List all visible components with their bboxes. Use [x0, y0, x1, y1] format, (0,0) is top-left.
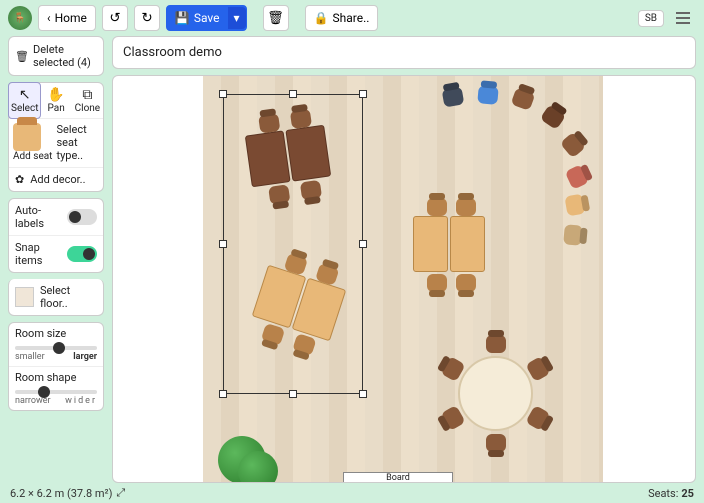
- auto-labels-label: Auto-labels: [15, 204, 61, 230]
- bush-decor[interactable]: [238, 451, 278, 483]
- undo-button[interactable]: ↺: [102, 5, 128, 31]
- chair[interactable]: [290, 109, 312, 130]
- auto-labels-toggle[interactable]: [67, 209, 97, 225]
- page-title[interactable]: Classroom demo: [112, 36, 696, 69]
- chair[interactable]: [258, 113, 280, 134]
- round-table[interactable]: [458, 356, 533, 431]
- trash-icon: 🗑: [267, 11, 284, 26]
- desk-group[interactable]: [413, 216, 485, 272]
- selection-handle[interactable]: [289, 90, 297, 98]
- chair[interactable]: [486, 335, 506, 353]
- save-button[interactable]: 💾Save▾: [166, 5, 247, 31]
- room-shape-label: Room shape: [15, 371, 97, 384]
- chevron-down-icon[interactable]: ▾: [228, 7, 246, 29]
- undo-icon: ↺: [109, 11, 120, 26]
- room-shape-slider[interactable]: [15, 390, 97, 394]
- delete-button[interactable]: 🗑: [263, 5, 289, 31]
- expand-icon[interactable]: ⤢: [116, 486, 125, 500]
- floor-swatch: [15, 287, 34, 307]
- selection-handle[interactable]: [359, 240, 367, 248]
- decor-icon: ✿: [15, 173, 24, 186]
- board[interactable]: Board: [343, 472, 453, 483]
- tool-clone[interactable]: ⧉Clone: [72, 83, 103, 118]
- chair[interactable]: [456, 198, 476, 216]
- tool-pan[interactable]: ✋Pan: [40, 83, 71, 118]
- add-seat-button[interactable]: [13, 123, 41, 151]
- add-seat-label: Add seat: [13, 151, 52, 162]
- chair[interactable]: [456, 274, 476, 292]
- selection-handle[interactable]: [359, 90, 367, 98]
- room-canvas[interactable]: BoardFront of the room ↑↓: [112, 75, 696, 483]
- delete-selected-button[interactable]: 🗑 Delete selected (4): [8, 36, 104, 76]
- room-dimensions: 6.2 × 6.2 m (37.8 m²): [10, 487, 112, 500]
- select-floor-button[interactable]: Select floor..: [8, 279, 104, 316]
- chair[interactable]: [300, 180, 322, 201]
- trash-icon: 🗑: [15, 50, 29, 63]
- desk-group[interactable]: [252, 265, 347, 342]
- user-badge[interactable]: SB: [638, 10, 664, 27]
- redo-button[interactable]: ↻: [134, 5, 160, 31]
- app-logo[interactable]: 🪑: [8, 6, 32, 30]
- selection-handle[interactable]: [359, 390, 367, 398]
- chair[interactable]: [564, 194, 585, 217]
- selection-handle[interactable]: [219, 240, 227, 248]
- share-button[interactable]: 🔒Share..: [305, 5, 379, 31]
- chair[interactable]: [427, 198, 447, 216]
- seats-label: Seats:: [648, 487, 678, 500]
- home-button[interactable]: ‹Home: [38, 5, 96, 31]
- hand-icon: ✋: [42, 87, 69, 103]
- chair[interactable]: [268, 184, 290, 205]
- clone-icon: ⧉: [74, 87, 101, 103]
- chair[interactable]: [427, 274, 447, 292]
- selection-handle[interactable]: [219, 390, 227, 398]
- selection-handle[interactable]: [289, 390, 297, 398]
- snap-items-toggle[interactable]: [67, 246, 97, 262]
- seats-count: 25: [681, 487, 694, 500]
- menu-button[interactable]: [670, 5, 696, 31]
- snap-items-label: Snap items: [15, 241, 61, 267]
- chair[interactable]: [486, 434, 506, 452]
- tool-select[interactable]: ↖Select: [9, 83, 40, 118]
- room-size-slider[interactable]: [15, 346, 97, 350]
- chair[interactable]: [563, 224, 583, 245]
- add-decor-button[interactable]: ✿ Add decor..: [9, 167, 103, 191]
- redo-icon: ↻: [141, 11, 152, 26]
- chair[interactable]: [477, 85, 498, 105]
- desk-group[interactable]: [245, 125, 331, 188]
- chevron-left-icon: ‹: [47, 11, 51, 25]
- lock-icon: 🔒: [314, 11, 329, 25]
- cursor-icon: ↖: [11, 87, 38, 103]
- save-icon: 💾: [175, 11, 190, 25]
- select-seat-type-button[interactable]: Select seat type..: [56, 123, 99, 163]
- room-size-label: Room size: [15, 327, 97, 340]
- selection-handle[interactable]: [219, 90, 227, 98]
